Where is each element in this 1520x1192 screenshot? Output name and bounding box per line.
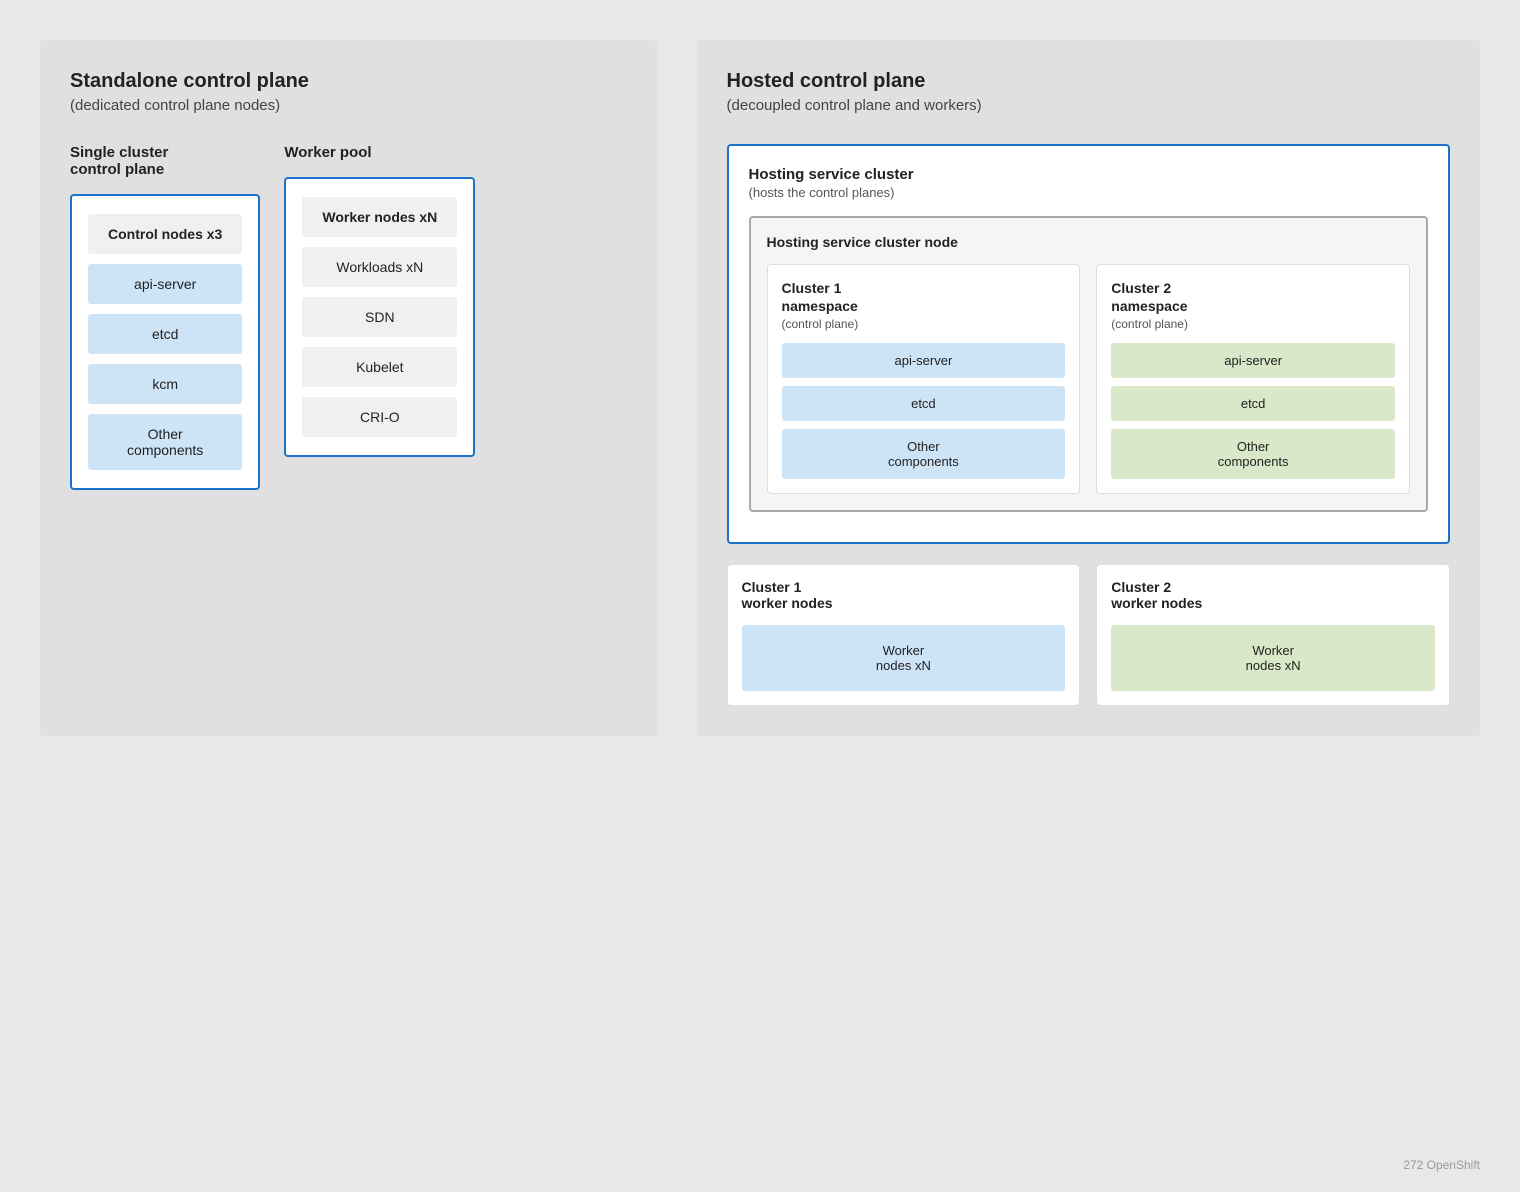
- cluster2-namespace: Cluster 2 namespace (control plane) api-…: [1096, 264, 1410, 494]
- standalone-title: Standalone control plane: [70, 70, 627, 93]
- cluster2-etcd: etcd: [1111, 386, 1395, 421]
- standalone-content: Single cluster control plane Control nod…: [70, 144, 627, 490]
- sdn-item: SDN: [302, 297, 457, 337]
- main-layout: Standalone control plane (dedicated cont…: [40, 40, 1480, 736]
- cluster1-sublabel: (control plane): [782, 317, 1066, 331]
- cluster1-worker-nodes: Worker nodes xN: [742, 625, 1066, 691]
- worker-pool-box: Worker nodes xN Workloads xN SDN Kubelet…: [284, 177, 475, 457]
- cluster1-etcd: etcd: [782, 386, 1066, 421]
- kubelet-item: Kubelet: [302, 347, 457, 387]
- hosting-cluster-subtitle: (hosts the control planes): [749, 185, 1428, 200]
- cluster2-workers: Cluster 2 worker nodes Worker nodes xN: [1096, 564, 1450, 706]
- hosting-node-title: Hosting service cluster node: [767, 234, 1410, 250]
- cluster1-workers: Cluster 1 worker nodes Worker nodes xN: [727, 564, 1081, 706]
- hosted-subtitle: (decoupled control plane and workers): [727, 97, 1450, 114]
- hosted-title: Hosted control plane: [727, 70, 1450, 93]
- worker-pool-title: Worker pool: [284, 144, 475, 161]
- hosting-node-box: Hosting service cluster node Cluster 1 n…: [749, 216, 1428, 512]
- cluster1-api-server: api-server: [782, 343, 1066, 378]
- other-components-item: Other components: [88, 414, 242, 470]
- api-server-item: api-server: [88, 264, 242, 304]
- cluster2-label: Cluster 2 namespace: [1111, 279, 1395, 315]
- watermark: 272 OpenShift: [1403, 1158, 1480, 1172]
- single-cluster-section: Single cluster control plane Control nod…: [70, 144, 260, 490]
- worker-pool-section: Worker pool Worker nodes xN Workloads xN…: [284, 144, 475, 490]
- cluster1-workers-title: Cluster 1 worker nodes: [742, 579, 1066, 611]
- single-cluster-title: Single cluster control plane: [70, 144, 260, 178]
- cluster1-label: Cluster 1 namespace: [782, 279, 1066, 315]
- hosted-panel: Hosted control plane (decoupled control …: [697, 40, 1480, 736]
- worker-section: Cluster 1 worker nodes Worker nodes xN C…: [727, 564, 1450, 706]
- hosting-cluster-title: Hosting service cluster: [749, 166, 1428, 183]
- kcm-item: kcm: [88, 364, 242, 404]
- cluster2-other-components: Other components: [1111, 429, 1395, 479]
- cluster2-workers-title: Cluster 2 worker nodes: [1111, 579, 1435, 611]
- cluster2-worker-nodes: Worker nodes xN: [1111, 625, 1435, 691]
- standalone-subtitle: (dedicated control plane nodes): [70, 97, 627, 114]
- cluster2-sublabel: (control plane): [1111, 317, 1395, 331]
- namespaces-row: Cluster 1 namespace (control plane) api-…: [767, 264, 1410, 494]
- control-nodes-label: Control nodes x3: [88, 214, 242, 254]
- standalone-panel: Standalone control plane (dedicated cont…: [40, 40, 657, 736]
- cluster2-api-server: api-server: [1111, 343, 1395, 378]
- crio-item: CRI-O: [302, 397, 457, 437]
- hosting-cluster-box: Hosting service cluster (hosts the contr…: [727, 144, 1450, 544]
- cluster1-namespace: Cluster 1 namespace (control plane) api-…: [767, 264, 1081, 494]
- etcd-item: etcd: [88, 314, 242, 354]
- workloads-item: Workloads xN: [302, 247, 457, 287]
- single-cluster-box: Control nodes x3 api-server etcd kcm Oth…: [70, 194, 260, 490]
- cluster1-other-components: Other components: [782, 429, 1066, 479]
- worker-nodes-label: Worker nodes xN: [302, 197, 457, 237]
